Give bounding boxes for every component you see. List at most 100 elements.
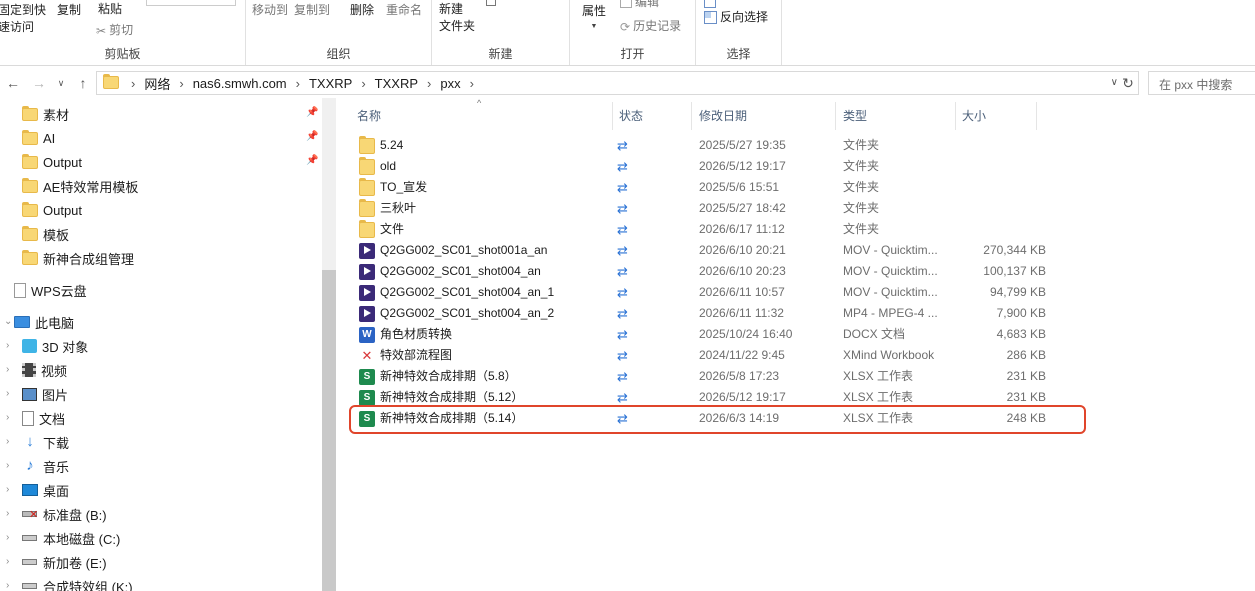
chevron-down-icon[interactable]: ⌄ (4, 316, 12, 327)
chevron-right-icon[interactable]: › (6, 532, 9, 543)
chevron-right-icon[interactable]: › (6, 388, 9, 399)
breadcrumb-current[interactable]: pxx (437, 76, 463, 91)
file-row[interactable]: Q2GG002_SC01_shot001a_an ⇄ 2026/6/10 20:21… (354, 240, 1074, 261)
quick-access-item[interactable]: Output (22, 199, 82, 221)
nav-scrollbar-thumb[interactable] (322, 270, 336, 591)
breadcrumb-share[interactable]: TXXRP (306, 76, 355, 91)
file-row[interactable]: old ⇄ 2026/5/12 19:17 文件夹 (354, 156, 1074, 177)
column-divider[interactable] (1036, 102, 1037, 130)
file-name-cell[interactable]: W 角色材质转换 (359, 324, 609, 345)
paste-button[interactable]: 粘贴 (98, 1, 122, 17)
file-row[interactable]: ✕ 特效部流程图 ⇄ 2024/11/22 9:45 XMind Workbook 286… (354, 345, 1074, 366)
breadcrumb-separator[interactable]: › (290, 76, 306, 91)
file-row[interactable]: 三秋叶 ⇄ 2025/5/27 18:42 文件夹 (354, 198, 1074, 219)
chevron-right-icon[interactable]: › (6, 556, 9, 567)
pc-item-drive-c[interactable]: 本地磁盘 (C:) (22, 527, 120, 549)
chevron-right-icon[interactable]: › (6, 460, 9, 471)
new-folder-button[interactable]: 新建 文件夹 (439, 1, 475, 35)
column-header-name[interactable]: 名称 (357, 102, 607, 130)
wps-cloud-item[interactable]: WPS云盘 (14, 279, 87, 301)
chevron-right-icon[interactable]: › (6, 364, 9, 375)
breadcrumb-separator[interactable]: › (464, 76, 480, 91)
recent-locations-button[interactable]: ∨ (52, 74, 70, 92)
chevron-right-icon[interactable]: › (6, 436, 9, 447)
file-name-cell[interactable]: Q2GG002_SC01_shot001a_an (359, 240, 609, 261)
pc-item-pictures[interactable]: 图片 (22, 383, 68, 405)
file-row[interactable]: S 新神特效合成排期（5.8） ⇄ 2026/5/8 17:23 XLSX 工作表 231… (354, 366, 1074, 387)
chevron-right-icon[interactable]: › (6, 484, 9, 495)
column-header-type[interactable]: 类型 (843, 102, 953, 130)
column-divider[interactable] (835, 102, 836, 130)
breadcrumb-separator[interactable]: › (421, 76, 437, 91)
pc-item-drive-e[interactable]: 新加卷 (E:) (22, 551, 107, 573)
invert-selection-button[interactable]: 反向选择 (704, 9, 768, 25)
file-row[interactable]: 文件 ⇄ 2026/6/17 11:12 文件夹 (354, 219, 1074, 240)
file-name-cell[interactable]: TO_宣发 (359, 177, 609, 198)
file-row[interactable]: 5.24 ⇄ 2025/5/27 19:35 文件夹 (354, 135, 1074, 156)
new-item-checkbox[interactable] (486, 0, 496, 6)
breadcrumb-folder[interactable]: TXXRP (372, 76, 421, 91)
copy-button[interactable]: 复制 (57, 2, 81, 18)
pc-item-downloads[interactable]: ↓ 下载 (22, 431, 69, 453)
file-name-cell[interactable]: old (359, 156, 609, 177)
file-row[interactable]: TO_宣发 ⇄ 2025/5/6 15:51 文件夹 (354, 177, 1074, 198)
file-row[interactable]: Q2GG002_SC01_shot004_an_1 ⇄ 2026/6/11 10:5… (354, 282, 1074, 303)
pc-item-documents[interactable]: 文档 (22, 407, 65, 429)
move-to-button[interactable]: 移动到 (252, 2, 288, 18)
breadcrumb-host[interactable]: nas6.smwh.com (190, 76, 290, 91)
quick-access-item[interactable]: Output (22, 151, 82, 173)
history-button[interactable]: ⟳ 历史记录 (620, 18, 681, 35)
breadcrumb-separator[interactable]: › (173, 76, 189, 91)
pc-item-3d-objects[interactable]: 3D 对象 (22, 335, 88, 357)
select-none-button[interactable] (704, 0, 774, 8)
column-header-status[interactable]: 状态 (619, 102, 689, 130)
quick-access-item[interactable]: AE特效常用模板 (22, 175, 138, 197)
file-name-cell[interactable]: ✕ 特效部流程图 (359, 345, 609, 366)
file-name-cell[interactable]: 5.24 (359, 135, 609, 156)
breadcrumb-network[interactable]: 网络 (141, 74, 173, 93)
this-pc-item[interactable]: 此电脑 (14, 311, 74, 333)
column-divider[interactable] (955, 102, 956, 130)
chevron-right-icon[interactable]: › (6, 340, 9, 351)
edit-button[interactable]: 编辑 (620, 0, 659, 10)
properties-button[interactable]: 属性 ▼ (582, 3, 606, 35)
delete-button[interactable]: 删除 (350, 2, 374, 18)
pc-item-music[interactable]: ♪ 音乐 (22, 455, 69, 477)
up-button[interactable]: ↑ (74, 74, 92, 92)
column-divider[interactable] (612, 102, 613, 130)
pc-item-drive-b[interactable]: ✕ 标准盘 (B:) (22, 503, 107, 525)
breadcrumb-separator[interactable]: › (125, 76, 141, 91)
file-row[interactable]: Q2GG002_SC01_shot004_an_2 ⇄ 2026/6/11 11:3… (354, 303, 1074, 324)
file-row[interactable]: Q2GG002_SC01_shot004_an ⇄ 2026/6/10 20:23 M… (354, 261, 1074, 282)
quick-access-item[interactable]: 素材 (22, 103, 69, 125)
search-input[interactable]: 在 pxx 中搜索 (1148, 71, 1255, 95)
file-name-cell[interactable]: Q2GG002_SC01_shot004_an_2 (359, 303, 609, 324)
refresh-icon[interactable]: ↻ (1120, 73, 1136, 93)
pc-item-drive-k[interactable]: 合成特效组 (K:) (22, 575, 133, 591)
column-header-modified[interactable]: 修改日期 (699, 102, 829, 130)
quick-access-item[interactable]: AI (22, 127, 55, 149)
cut-button[interactable]: ✂ 剪切 (96, 22, 133, 39)
quick-access-item[interactable]: 模板 (22, 223, 69, 245)
chevron-right-icon[interactable]: › (6, 508, 9, 519)
address-dropdown-icon[interactable]: ∨ (1111, 74, 1118, 92)
file-name-cell[interactable]: S 新神特效合成排期（5.8） (359, 366, 609, 387)
quick-access-item[interactable]: 新神合成组管理 (22, 247, 134, 269)
file-name-cell[interactable]: 三秋叶 (359, 198, 609, 219)
file-name-cell[interactable]: Q2GG002_SC01_shot004_an (359, 261, 609, 282)
chevron-right-icon[interactable]: › (6, 412, 9, 423)
address-box[interactable]: › 网络 › nas6.smwh.com › TXXRP › TXXRP › p… (96, 71, 1139, 95)
copy-to-button[interactable]: 复制到 (294, 2, 330, 18)
pc-item-videos[interactable]: 视频 (22, 359, 67, 381)
pc-item-desktop[interactable]: 桌面 (22, 479, 69, 501)
breadcrumb-separator[interactable]: › (355, 76, 371, 91)
file-name-cell[interactable]: Q2GG002_SC01_shot004_an_1 (359, 282, 609, 303)
forward-button[interactable]: → (30, 74, 48, 92)
column-divider[interactable] (691, 102, 692, 130)
back-button[interactable]: ← (4, 74, 22, 92)
file-name-cell[interactable]: 文件 (359, 219, 609, 240)
rename-button[interactable]: 重命名 (386, 2, 422, 18)
copy-path-button[interactable] (146, 0, 236, 6)
file-row[interactable]: W 角色材质转换 ⇄ 2025/10/24 16:40 DOCX 文档 4,683 KB (354, 324, 1074, 345)
pin-quick-access-button[interactable]: 固定到快 速访问 (0, 2, 48, 36)
